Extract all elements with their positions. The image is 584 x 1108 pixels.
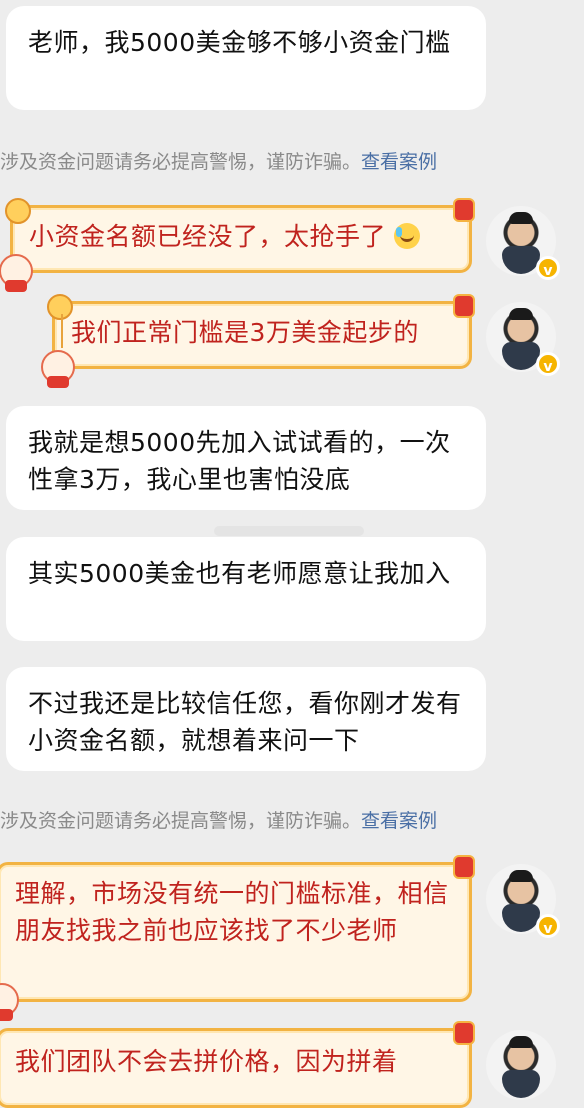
warning-text: 涉及资金问题请务必提高警惕，谨防诈骗。 [0,810,362,832]
coin-decoration-icon [47,294,73,320]
lantern-decoration-icon [453,198,475,222]
verified-badge-icon: v [536,352,560,376]
rabbit-decoration-icon [0,254,33,292]
avatar-hair [509,308,533,320]
laugh-cry-emoji-icon [394,223,421,249]
lantern-decoration-icon [453,294,475,318]
avatar-suit [502,1070,540,1098]
message-bubble-received[interactable]: 老师，我5000美金够不够小资金门槛 [6,6,486,110]
message-bubble-received[interactable]: 我就是想5000先加入试试看的，一次性拿3万，我心里也害怕没底 [6,406,486,510]
fraud-warning-notice: 涉及资金问题请务必提高警惕，谨防诈骗。查看案例 [0,806,437,833]
message-text: 我就是想5000先加入试试看的，一次性拿3万，我心里也害怕没底 [28,428,451,494]
avatar-suit [502,342,540,370]
warning-text: 涉及资金问题请务必提高警惕，谨防诈骗。 [0,151,362,173]
avatar-hair [509,870,533,882]
fraud-warning-notice: 涉及资金问题请务必提高警惕，谨防诈骗。查看案例 [0,147,437,174]
view-cases-link[interactable]: 查看案例 [361,151,437,173]
coin-decoration-icon [5,198,31,224]
rabbit-decoration-icon [41,350,75,388]
avatar-suit [502,246,540,274]
verified-badge-icon: v [536,256,560,280]
message-bubble-sent[interactable]: 小资金名额已经没了，太抢手了 [0,198,475,292]
sender-avatar[interactable] [486,1030,556,1100]
lantern-decoration-icon [453,855,475,879]
avatar-suit [502,904,540,932]
tassel-decoration-icon [61,314,63,348]
sender-avatar[interactable]: v [486,302,560,376]
message-text: 其实5000美金也有老师愿意让我加入 [28,559,451,588]
message-bubble-sent[interactable]: 理解，市场没有统一的门槛标准，相信朋友找我之前也应该找了不少老师 [0,855,475,1021]
message-text: 我们团队不会去拼价格，因为拼着 [15,1047,398,1076]
message-text: 不过我还是比较信任您，看你刚才发有小资金名额，就想着来问一下 [28,689,462,755]
message-text: 我们正常门槛是3万美金起步的 [71,318,419,347]
message-text: 小资金名额已经没了，太抢手了 [29,222,387,251]
message-bubble-received[interactable]: 其实5000美金也有老师愿意让我加入 [6,537,486,641]
message-bubble-sent[interactable]: 我们正常门槛是3万美金起步的 [41,294,475,388]
sender-avatar[interactable]: v [486,206,560,280]
view-cases-link[interactable]: 查看案例 [361,810,437,832]
lantern-decoration-icon [453,1021,475,1045]
sender-avatar[interactable]: v [486,864,560,938]
message-text: 理解，市场没有统一的门槛标准，相信朋友找我之前也应该找了不少老师 [15,879,449,945]
avatar-hair [509,212,533,224]
verified-badge-icon: v [536,914,560,938]
message-bubble-sent[interactable]: 我们团队不会去拼价格，因为拼着 [0,1021,475,1108]
chat-area[interactable]: 老师，我5000美金够不够小资金门槛 涉及资金问题请务必提高警惕，谨防诈骗。查看… [0,0,584,1108]
avatar-hair [509,1036,533,1048]
message-text: 老师，我5000美金够不够小资金门槛 [28,28,451,57]
blurred-watermark [214,526,364,536]
rabbit-decoration-icon [0,983,19,1021]
message-bubble-received[interactable]: 不过我还是比较信任您，看你刚才发有小资金名额，就想着来问一下 [6,667,486,771]
